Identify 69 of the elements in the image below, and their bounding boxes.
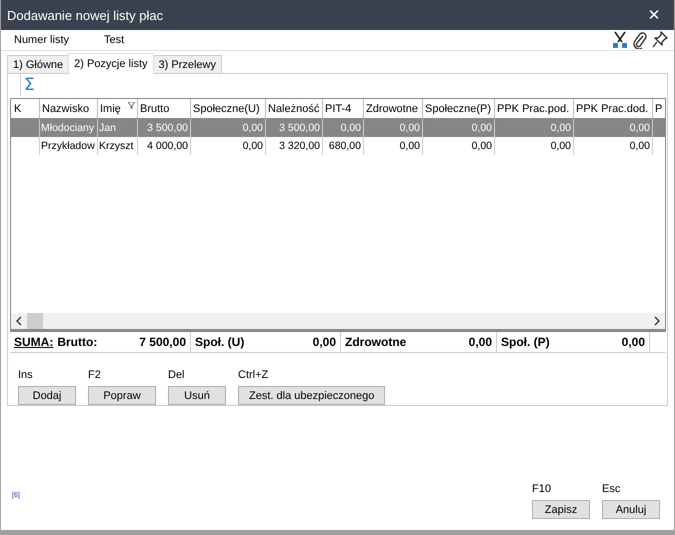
table-cell: Krzyszt — [98, 137, 138, 155]
table-cell: Przykładow — [40, 137, 98, 155]
tab[interactable]: 3) Przelewy — [152, 55, 222, 73]
table-row[interactable]: Młodociany Jan 3 500,00 0,00 3 500,00 0,00 0,00 0,00 0,00 0,00 — [11, 119, 665, 137]
tab[interactable]: 2) Pozycje listy — [68, 53, 154, 74]
column-header[interactable]: Społeczne(U) — [191, 99, 266, 118]
table-cell: 0,00 — [495, 119, 574, 137]
column-header[interactable]: P — [653, 99, 665, 118]
table-cell: 0,00 — [423, 137, 495, 155]
action-button[interactable]: Popraw — [88, 386, 156, 405]
paperclip-icon[interactable] — [633, 31, 647, 49]
filter-icon[interactable] — [128, 102, 135, 109]
table-cell: 4 000,00 — [138, 137, 191, 155]
summary-label: Brutto: — [57, 335, 98, 349]
column-header[interactable]: Zdrowotne — [364, 99, 423, 118]
summary-value: 0,00 — [312, 335, 336, 349]
column-header[interactable]: Należność — [266, 99, 323, 118]
table-cell: 0,00 — [495, 137, 574, 155]
table-cell: 680,00 — [323, 137, 364, 155]
table-cell: 0,00 — [191, 137, 266, 155]
field-label: Numer listy — [14, 34, 70, 46]
table-row[interactable]: Przykładow Krzyszt 4 000,00 0,00 3 320,00 680,00 0,00 0,00 0,00 0,00 — [11, 137, 665, 155]
column-header[interactable]: Imię — [98, 99, 138, 118]
table-cell: 3 500,00 — [266, 119, 323, 137]
action-button[interactable]: Zest. dla ubezpieczonego — [238, 386, 386, 405]
table-cell: 0,00 — [574, 137, 653, 155]
summary-value: 7 500,00 — [139, 335, 186, 349]
column-header[interactable]: PPK Prac.pod. — [495, 99, 574, 118]
window-title: Dodawanie nowej listy płac — [7, 8, 164, 22]
summary-label: Społ. (P) — [501, 335, 550, 349]
table-cell: 0,00 — [364, 137, 423, 155]
column-header[interactable]: PIT-4 — [323, 99, 364, 118]
column-header[interactable]: K — [11, 99, 40, 118]
table-cell: 3 320,00 — [266, 137, 323, 155]
summary-label: Społ. (U) — [195, 335, 244, 349]
dialog-button[interactable]: Zapisz — [532, 500, 590, 519]
column-header[interactable]: Nazwisko — [40, 99, 98, 118]
shortcut-label: F2 — [88, 369, 102, 381]
table-cell: 0,00 — [364, 119, 423, 137]
shortcut-label: Ins — [18, 369, 34, 381]
table-cell: 0,00 — [191, 119, 266, 137]
table-cell: Młodociany — [40, 119, 98, 137]
table-cell: 0,00 — [574, 119, 653, 137]
field-value: Test — [104, 34, 124, 46]
shortcut-label: F10 — [532, 483, 552, 495]
summary-value: 0,00 — [622, 335, 645, 349]
shortcut-label: Ctrl+Z — [238, 369, 270, 381]
scrollbar-thumb[interactable] — [27, 313, 43, 329]
shortcut-label: Esc — [602, 483, 622, 495]
sum-button[interactable]: Σ — [20, 74, 38, 96]
action-button[interactable]: Usuń — [168, 386, 226, 405]
tab[interactable]: 1) Główne — [7, 55, 70, 73]
horizontal-scrollbar[interactable] — [11, 313, 665, 329]
close-button[interactable]: ✕ — [634, 0, 674, 30]
table-cell: 3 500,00 — [138, 119, 191, 137]
summary-label: Zdrowotne — [345, 335, 406, 349]
dialog-button[interactable]: Anuluj — [602, 500, 660, 519]
scissors-icon[interactable] — [612, 31, 628, 49]
table-cell: Jan — [98, 119, 138, 137]
column-header[interactable]: Społeczne(P) — [423, 99, 495, 118]
summary-title: SUMA: — [14, 335, 54, 349]
pin-icon[interactable] — [652, 31, 668, 49]
table-cell: 0,00 — [423, 119, 495, 137]
summary-value: 0,00 — [468, 335, 492, 349]
column-header[interactable]: PPK Prac.dod. — [574, 99, 653, 118]
table-cell: 0,00 — [323, 119, 364, 137]
action-button[interactable]: Dodaj — [18, 386, 76, 405]
shortcut-label: Del — [168, 369, 186, 381]
column-header[interactable]: Brutto — [138, 99, 191, 118]
